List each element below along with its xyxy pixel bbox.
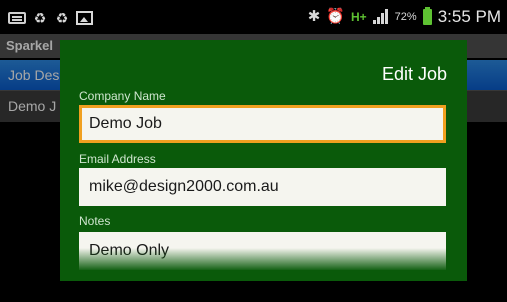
- gallery-icon: [76, 11, 93, 25]
- company-name-field[interactable]: Demo Job: [79, 105, 446, 143]
- dialog-title: Edit Job: [381, 64, 447, 84]
- hplus-network-icon: H+: [350, 10, 367, 24]
- edit-job-dialog: Edit Job Company Name Demo Job Email Add…: [60, 40, 467, 281]
- alarm-icon: ⏰: [326, 8, 345, 25]
- status-bar: ♻ ♻ ✱ ⏰ H+ 72% 3:55 PM: [0, 0, 507, 34]
- battery-percent: 72%: [394, 11, 417, 23]
- notification-icons: ♻ ♻: [8, 9, 93, 27]
- notes-label: Notes: [79, 214, 111, 228]
- recycle-icon: ♻: [55, 10, 69, 26]
- system-icons: ✱ ⏰ H+ 72% 3:55 PM: [308, 6, 501, 28]
- clock: 3:55 PM: [437, 7, 501, 26]
- bluetooth-icon: ✱: [307, 8, 321, 25]
- keyboard-icon: [8, 12, 26, 24]
- recycle-icon: ♻: [33, 10, 47, 26]
- email-address-label: Email Address: [79, 152, 156, 166]
- signal-icon: [372, 9, 389, 25]
- scroll-fade: [60, 248, 467, 281]
- battery-icon: [422, 7, 432, 25]
- email-address-field[interactable]: mike@design2000.com.au: [79, 168, 446, 206]
- company-name-label: Company Name: [79, 89, 166, 103]
